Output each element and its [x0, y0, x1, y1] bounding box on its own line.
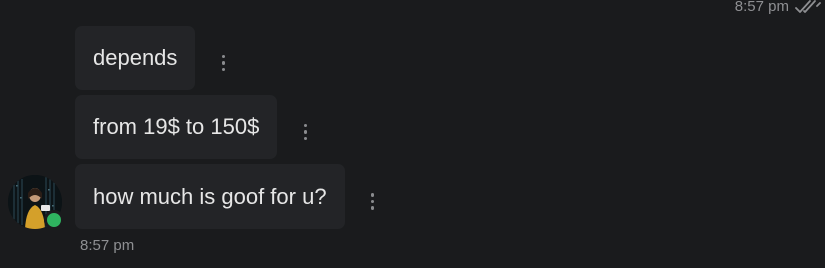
double-check-icon	[795, 0, 821, 15]
online-status-indicator	[44, 210, 64, 230]
more-options-icon[interactable]	[213, 51, 233, 75]
message-bubble[interactable]: from 19$ to 150$	[75, 95, 278, 159]
message-text: from 19$ to 150$	[93, 114, 260, 139]
more-options-icon[interactable]	[363, 190, 383, 214]
message-bubble[interactable]: depends	[75, 26, 196, 90]
incoming-timestamp: 8:57 pm	[80, 237, 135, 254]
sender-avatar[interactable]	[8, 175, 64, 231]
outgoing-message-meta: 8:57 pm	[735, 0, 821, 15]
message-row: how much is goof for u?	[75, 164, 383, 229]
message-text: how much is goof for u?	[93, 183, 327, 209]
outgoing-timestamp: 8:57 pm	[734, 0, 789, 15]
more-options-icon[interactable]	[295, 120, 315, 144]
message-row: from 19$ to 150$	[75, 95, 315, 159]
chat-thread: 8:57 pm depends from 19$ to 150$ how muc…	[0, 0, 825, 268]
message-bubble[interactable]: how much is goof for u?	[75, 164, 345, 229]
message-row: depends	[75, 26, 233, 90]
message-text: depends	[93, 45, 178, 70]
